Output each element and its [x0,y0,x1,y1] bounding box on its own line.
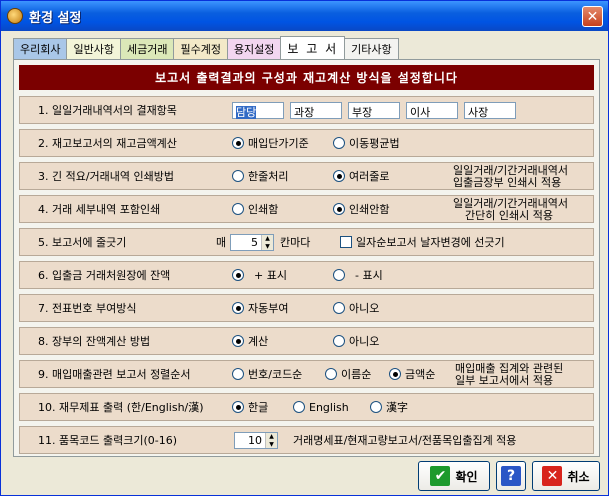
row-inventory-calc: 2. 재고보고서의 재고금액계산 매입단가기준 이동평균법 [19,129,594,157]
row-voucher-number: 7. 전표번호 부여방식 자동부여 아니오 [19,294,594,322]
row-balance-calc: 8. 장부의 잔액계산 방법 계산 아니오 [19,327,594,355]
radio-purchase-price[interactable]: 매입단가기준 [232,135,309,151]
radio-dot [333,137,345,149]
window-title: 환경 설정 [29,10,82,26]
row-financial-language: 10. 재무제표 출력 (한/English/漢) 한글 English 漢字 [19,393,594,421]
spin-up-icon[interactable]: ▲ [266,433,277,441]
spin-up-icon[interactable]: ▲ [262,235,273,243]
row-note: 거래명세표/현재고량보고서/전품목입출집계 적용 [293,434,517,447]
radio-no-print[interactable]: 인쇄안함 [333,201,389,217]
rows-label: 칸마다 [280,236,311,249]
radio-moving-average[interactable]: 이동평균법 [333,135,400,151]
radio-dot [232,302,244,314]
tab-general[interactable]: 일반사항 [66,38,121,59]
row-note: 일일거래/기간거래내역서 간단히 인쇄시 적용 [453,197,569,222]
radio-dot [389,368,401,380]
approval-field-2[interactable]: 과장 [290,102,342,119]
line-interval-stepper[interactable]: 5 ▲ ▼ [230,234,274,251]
radio-dot [232,203,244,215]
banner: 보고서 출력결과의 구성과 재고계산 방식을 설정합니다 [19,65,594,90]
radio-no-auto[interactable]: 아니오 [333,300,379,316]
radio-dot [333,170,345,182]
app-icon [7,8,23,24]
tab-company[interactable]: 우리회사 [13,38,68,59]
reports-panel: 보고서 출력결과의 구성과 재고계산 방식을 설정합니다 1. 일일거래내역서의… [13,59,600,457]
row-long-memo-print: 3. 긴 적요/거래내역 인쇄방법 한줄처리 여러줄로 일일거래/기간거래내역서… [19,162,594,190]
row-label: 7. 전표번호 부여방식 [38,302,137,315]
every-label: 매 [216,236,227,249]
radio-dot [333,269,345,281]
row-detail-print: 4. 거래 세부내역 포함인쇄 인쇄함 인쇄안함 일일거래/기간거래내역서 간단히… [19,195,594,223]
tab-accounts[interactable]: 필수계정 [173,38,228,59]
tab-bar: 우리회사 일반사항 세금거래 필수계정 용지설정 보 고 서 기타사항 [13,36,399,59]
check-icon: ✔ [430,466,451,486]
radio-korean[interactable]: 한글 [232,399,268,415]
row-label: 5. 보고서에 줄긋기 [38,236,127,249]
checkbox-box [340,236,352,248]
row-item-code-size: 11. 품목코드 출력크기(0-16) 10 ▲ ▼ 거래명세표/현재고량보고서/… [19,426,594,454]
approval-field-3[interactable]: 부장 [348,102,400,119]
tab-tax[interactable]: 세금거래 [119,38,175,59]
radio-auto-number[interactable]: 자동부여 [232,300,288,316]
radio-dot [333,335,345,347]
row-label: 11. 품목코드 출력크기(0-16) [38,434,177,447]
help-icon: ? [501,466,521,486]
radio-dot [232,269,244,281]
radio-dot [293,401,305,413]
spin-down-icon[interactable]: ▼ [262,243,273,251]
x-icon: ✕ [542,466,563,486]
settings-window: 환경 설정 ✕ 우리회사 일반사항 세금거래 필수계정 용지설정 보 고 서 기… [0,0,609,496]
row-note: 매입매출 집계와 관련된 일부 보고서에서 적용 [455,362,564,387]
date-line-checkbox[interactable]: 일자순보고서 날자변경에 선긋기 [340,234,505,250]
row-note: 일일거래/기간거래내역서 입출금장부 인쇄시 적용 [453,164,569,189]
radio-no-calc[interactable]: 아니오 [333,333,379,349]
radio-calc[interactable]: 계산 [232,333,268,349]
row-label: 1. 일일거래내역서의 결재항목 [38,104,177,117]
radio-dot [232,170,244,182]
help-button[interactable]: ? [496,461,526,491]
row-label: 4. 거래 세부내역 포함인쇄 [38,203,161,216]
row-line-drawing: 5. 보고서에 줄긋기 매 5 ▲ ▼ 칸마다 일자순보고서 날자변경에 선긋기 [19,228,594,256]
radio-dot [370,401,382,413]
row-label: 9. 매입매출관련 보고서 정렬순서 [38,368,191,381]
row-label: 8. 장부의 잔액계산 방법 [38,335,151,348]
radio-sort-amount[interactable]: 금액순 [389,366,435,382]
ok-button[interactable]: ✔ 확인 [418,461,490,491]
row-balance-display: 6. 입출금 거래처원장에 잔액 + 표시 - 표시 [19,261,594,289]
radio-sort-code[interactable]: 번호/코드순 [232,366,302,382]
radio-sort-name[interactable]: 이름순 [325,366,371,382]
tab-reports[interactable]: 보 고 서 [280,36,346,59]
code-size-stepper[interactable]: 10 ▲ ▼ [234,432,278,449]
radio-minus[interactable]: - 표시 [333,267,383,283]
row-label: 10. 재무제표 출력 (한/English/漢) [38,401,204,414]
radio-multi-line[interactable]: 여러줄로 [333,168,389,184]
spin-down-icon[interactable]: ▼ [266,441,277,449]
row-label: 2. 재고보고서의 재고금액계산 [38,137,177,150]
approval-field-4[interactable]: 이사 [406,102,458,119]
radio-single-line[interactable]: 한줄처리 [232,168,288,184]
approval-field-5[interactable]: 사장 [464,102,516,119]
approval-field-1[interactable]: 담당 [232,102,284,119]
row-approval-items: 1. 일일거래내역서의 결재항목 담당 과장 부장 이사 사장 [19,96,594,124]
radio-print[interactable]: 인쇄함 [232,201,278,217]
radio-dot [333,203,345,215]
radio-plus[interactable]: + 표시 [232,267,287,283]
row-sort-order: 9. 매입매출관련 보고서 정렬순서 번호/코드순 이름순 금액순 매입매출 집… [19,360,594,388]
radio-dot [325,368,337,380]
tab-misc[interactable]: 기타사항 [344,38,399,59]
close-button[interactable]: ✕ [582,6,603,27]
tab-paper[interactable]: 용지설정 [226,38,282,59]
radio-english[interactable]: English [293,401,349,414]
row-label: 6. 입출금 거래처원장에 잔액 [38,269,171,282]
titlebar: 환경 설정 ✕ [1,1,608,31]
radio-dot [232,368,244,380]
cancel-button[interactable]: ✕ 취소 [532,461,600,491]
row-label: 3. 긴 적요/거래내역 인쇄방법 [38,170,175,183]
radio-hanja[interactable]: 漢字 [370,399,408,415]
radio-dot [333,302,345,314]
radio-dot [232,137,244,149]
radio-dot [232,335,244,347]
close-icon: ✕ [586,8,599,25]
radio-dot [232,401,244,413]
